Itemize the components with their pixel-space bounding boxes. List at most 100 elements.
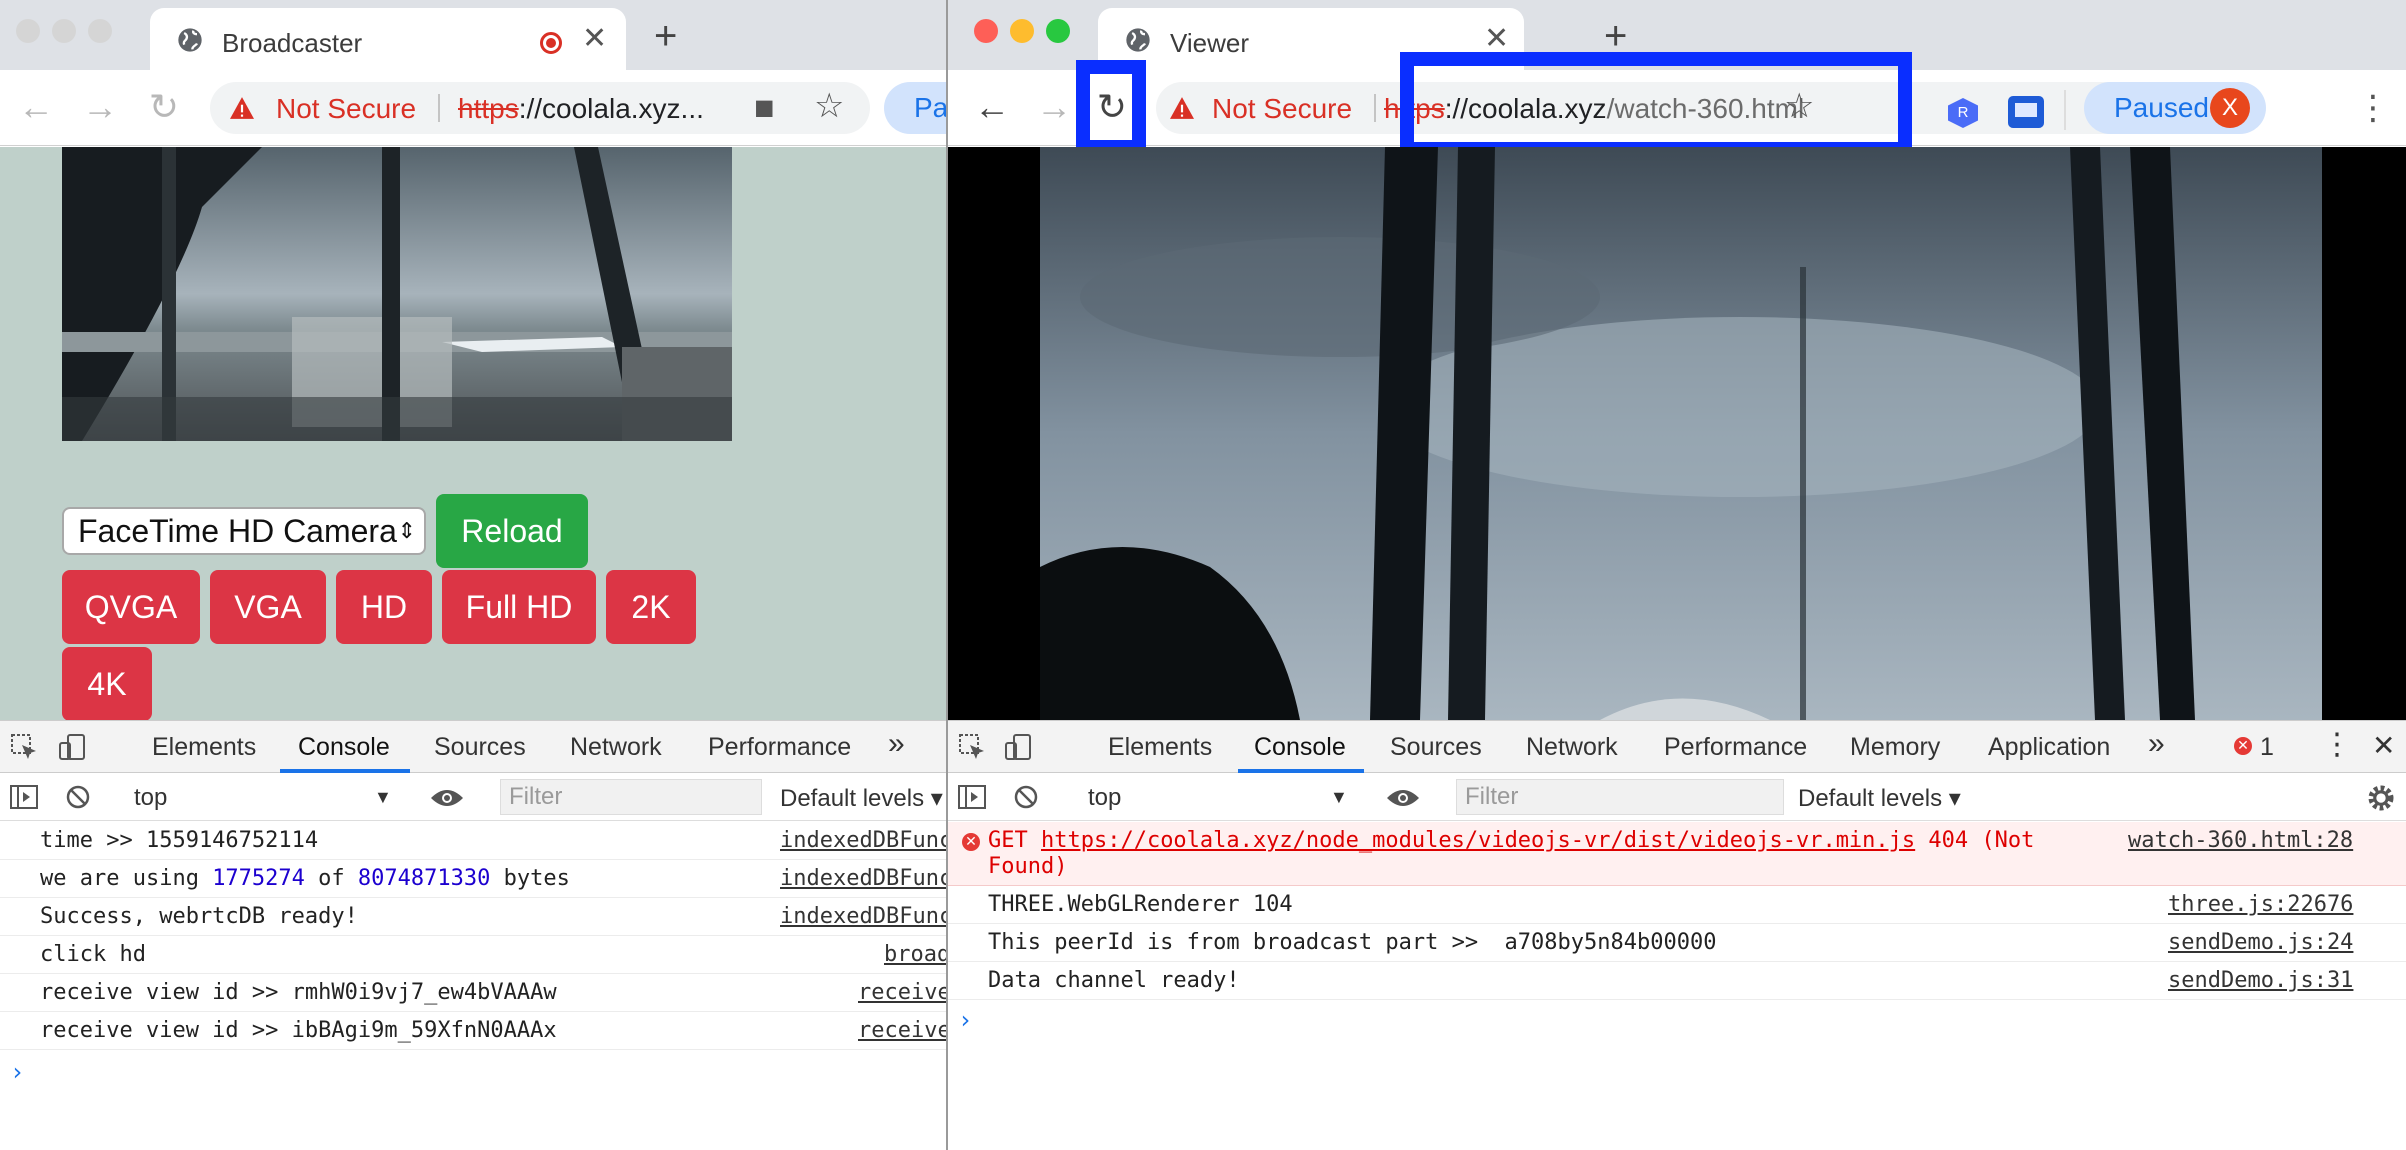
error-resource-link[interactable]: https://coolala.xyz/node_modules/videojs… (1041, 828, 1915, 853)
tab-network[interactable]: Network (1526, 733, 1618, 762)
console-prompt[interactable]: › (958, 1006, 972, 1034)
avatar: X (2210, 88, 2250, 128)
context-dropdown-icon[interactable]: ▼ (374, 787, 392, 808)
close-window-button[interactable] (16, 19, 40, 43)
console-row: time >> 1559146752114 indexedDBFunc (0, 822, 946, 860)
tab-memory[interactable]: Memory (1850, 733, 1940, 762)
broadcaster-page: FaceTime HD Camera ⇕ Reload QVGA VGA HD … (0, 147, 946, 720)
browser-toolbar: ← → ↻ Not Secure https://coolala.xyz... … (0, 70, 946, 146)
console-log: ✕ GET https://coolala.xyz/node_modules/v… (948, 822, 2406, 1150)
4k-button[interactable]: 4K (62, 647, 152, 720)
source-link[interactable]: indexedDBFunc (780, 904, 946, 929)
tab-broadcaster[interactable]: Broadcaster ✕ (150, 8, 626, 70)
console-row: Success, webrtcDB ready! indexedDBFunc (0, 898, 946, 936)
log-levels-select[interactable]: Default levels ▾ (1798, 784, 1961, 813)
more-tabs-icon[interactable]: » (2148, 727, 2165, 761)
forward-button[interactable]: → (1030, 84, 1078, 132)
new-tab-button[interactable]: + (654, 12, 677, 60)
more-tabs-icon[interactable]: » (888, 727, 905, 761)
inspect-element-icon[interactable] (10, 733, 40, 761)
reload-highlight-box (1076, 60, 1146, 154)
vga-button[interactable]: VGA (210, 570, 326, 644)
source-link[interactable]: receive (858, 980, 946, 1005)
filter-input[interactable]: Filter (1456, 779, 1784, 815)
extension-screen-icon[interactable] (2008, 96, 2044, 128)
zoom-window-button[interactable] (88, 19, 112, 43)
minimize-window-button[interactable] (52, 19, 76, 43)
tab-application[interactable]: Application (1988, 733, 2110, 762)
tab-sources[interactable]: Sources (434, 733, 526, 762)
error-count[interactable]: 1 (2260, 733, 2274, 762)
camera-icon[interactable]: ■ (754, 88, 775, 128)
context-dropdown-icon[interactable]: ▼ (1330, 787, 1348, 808)
inspect-element-icon[interactable] (958, 733, 988, 761)
reload-button[interactable]: Reload (436, 494, 588, 568)
device-toolbar-icon[interactable] (58, 733, 88, 761)
close-tab-icon[interactable]: ✕ (582, 22, 607, 56)
tab-performance[interactable]: Performance (708, 733, 851, 762)
source-link[interactable]: broadc (884, 942, 946, 967)
device-toolbar-icon[interactable] (1004, 733, 1034, 761)
context-select[interactable]: top (1088, 784, 1121, 812)
tab-title: Broadcaster (222, 28, 363, 58)
source-link[interactable]: watch-360.html:28 (2128, 828, 2353, 853)
log-levels-select[interactable]: Default levels ▾ (780, 784, 943, 813)
hd-button[interactable]: HD (336, 570, 432, 644)
warning-icon (1170, 97, 1194, 119)
console-prompt[interactable]: › (10, 1058, 24, 1086)
eye-icon[interactable] (1386, 787, 1420, 809)
filter-input[interactable]: Filter (500, 779, 762, 815)
tab-elements[interactable]: Elements (152, 733, 256, 762)
bookmark-star-icon[interactable]: ☆ (814, 86, 844, 126)
sidebar-toggle-icon[interactable] (958, 785, 986, 809)
clear-console-icon[interactable] (1014, 785, 1038, 809)
settings-gear-icon[interactable] (2366, 783, 2396, 813)
profile-paused-button[interactable]: Paused X (2084, 82, 2266, 134)
clear-console-icon[interactable] (66, 785, 90, 809)
source-link[interactable]: sendDemo.js:31 (2168, 968, 2353, 993)
tab-console[interactable]: Console (1254, 733, 1346, 762)
source-link[interactable]: three.js:22676 (2168, 892, 2353, 917)
console-row: receive view id >> ibBAgi9m_59XfnN0AAAx … (0, 1012, 946, 1050)
devtools-panel: Elements Console Sources Network Perform… (948, 720, 2406, 1150)
tab-network[interactable]: Network (570, 733, 662, 762)
minimize-window-button[interactable] (1010, 19, 1034, 43)
console-row: Data channel ready! sendDemo.js:31 (948, 962, 2406, 1000)
back-button[interactable]: ← (12, 84, 60, 132)
close-devtools-icon[interactable]: ✕ (2372, 729, 2395, 762)
back-button[interactable]: ← (968, 84, 1016, 132)
separator (438, 94, 440, 122)
eye-icon[interactable] (430, 787, 464, 809)
viewer-page (948, 147, 2406, 720)
profile-paused-button[interactable]: Paus (884, 82, 946, 134)
address-bar[interactable]: Not Secure https://coolala.xyz... ■ ☆ (210, 82, 870, 134)
separator (1374, 94, 1376, 122)
source-link[interactable]: indexedDBFunc (780, 828, 946, 853)
full-hd-button[interactable]: Full HD (442, 570, 596, 644)
2k-button[interactable]: 2K (606, 570, 696, 644)
browser-menu-icon[interactable]: ⋮ (2356, 88, 2390, 128)
forward-button[interactable]: → (76, 84, 124, 132)
qvga-button[interactable]: QVGA (62, 570, 200, 644)
source-link[interactable]: indexedDBFunc (780, 866, 946, 891)
close-tab-icon[interactable]: ✕ (1484, 22, 1509, 56)
sidebar-toggle-icon[interactable] (10, 785, 38, 809)
close-window-button[interactable] (974, 19, 998, 43)
console-filterbar: top ▼ Filter Default levels ▾ (0, 773, 946, 821)
tab-elements[interactable]: Elements (1108, 733, 1212, 762)
tab-performance[interactable]: Performance (1664, 733, 1807, 762)
devtools-menu-icon[interactable]: ⋮ (2322, 727, 2352, 762)
reload-page-button[interactable]: ↻ (140, 84, 188, 132)
console-row: receive view id >> rmhW0i9vj7_ew4bVAAAw … (0, 974, 946, 1012)
tab-console[interactable]: Console (298, 733, 390, 762)
camera-select[interactable]: FaceTime HD Camera ⇕ (62, 507, 426, 555)
tab-strip: Broadcaster ✕ + (0, 0, 946, 70)
console-error-row: ✕ GET https://coolala.xyz/node_modules/v… (948, 822, 2406, 886)
tab-sources[interactable]: Sources (1390, 733, 1482, 762)
zoom-window-button[interactable] (1046, 19, 1070, 43)
source-link[interactable]: sendDemo.js:24 (2168, 930, 2353, 955)
source-link[interactable]: receive (858, 1018, 946, 1043)
globe-icon (1126, 28, 1150, 52)
context-select[interactable]: top (134, 784, 167, 812)
remote-video-360 (1040, 147, 2322, 720)
